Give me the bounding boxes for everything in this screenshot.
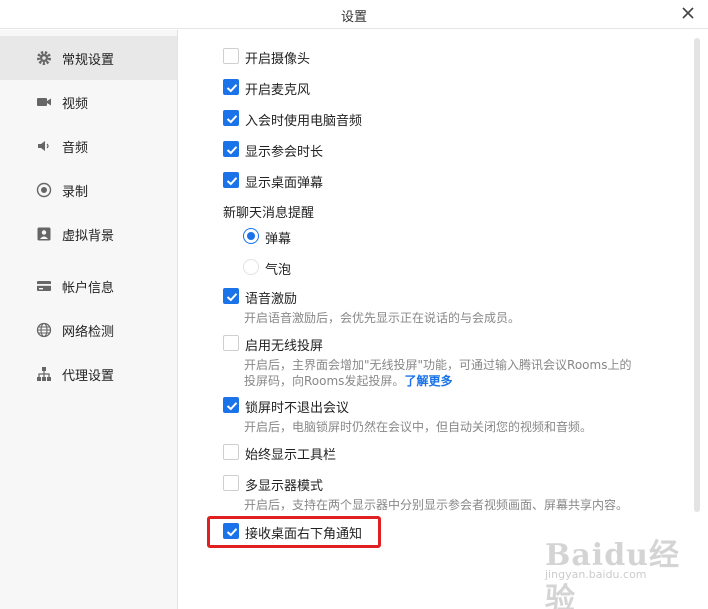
- chat-notify-heading: 新聊天消息提醒: [223, 206, 315, 221]
- sidebar-item-label: 帐户信息: [62, 281, 115, 296]
- sidebar-item-record[interactable]: 录制: [0, 168, 177, 212]
- portrait-icon: [36, 226, 52, 242]
- desktop-danmaku-checkbox[interactable]: [223, 172, 239, 188]
- wireless-cast-description: 开启后，主界面会增加"无线投屏"功能，可通过输入腾讯会议Rooms上的投屏码，向…: [244, 357, 634, 389]
- card-icon: [36, 278, 52, 294]
- lock-screen-label: 锁屏时不退出会议: [245, 401, 350, 416]
- pc-audio-checkbox[interactable]: [223, 110, 239, 126]
- toolbar-label: 始终显示工具栏: [245, 448, 337, 463]
- checkmark-icon: [226, 84, 238, 93]
- sidebar-item-virtual-background[interactable]: 虚拟背景: [0, 212, 177, 256]
- network-tree-icon: [36, 366, 52, 382]
- sidebar-item-label: 视频: [62, 97, 89, 112]
- sidebar-item-label: 虚拟背景: [62, 229, 115, 244]
- lock-screen-description: 开启后，电脑锁屏时仍然在会议中，但自动关闭您的视频和音频。: [244, 420, 593, 434]
- show-duration-checkbox[interactable]: [223, 141, 239, 157]
- speaker-icon: [36, 138, 52, 154]
- close-icon[interactable]: [678, 3, 698, 23]
- sidebar-item-label: 音频: [62, 141, 89, 156]
- voice-incentive-checkbox[interactable]: [223, 288, 239, 304]
- camera-label: 开启摄像头: [245, 52, 311, 67]
- danmaku-radio[interactable]: [243, 228, 259, 244]
- sidebar-item-label: 网络检测: [62, 325, 115, 340]
- title-bar: 设置: [0, 0, 708, 29]
- multi-display-label: 多显示器模式: [245, 479, 324, 494]
- sidebar-item-label: 代理设置: [62, 369, 115, 384]
- voice-incentive-label: 语音激励: [245, 292, 298, 307]
- settings-content: 开启摄像头 开启麦克风 入会时使用电脑音频 显示参会时长 显示桌面弹幕 新聊天消…: [179, 30, 708, 609]
- checkmark-icon: [226, 402, 238, 411]
- video-camera-icon: [36, 94, 52, 110]
- window-title: 设置: [340, 10, 367, 25]
- wireless-cast-checkbox[interactable]: [223, 335, 239, 351]
- checkmark-icon: [226, 146, 238, 155]
- multi-display-checkbox[interactable]: [223, 475, 239, 491]
- sidebar-item-label: 常规设置: [62, 53, 115, 68]
- gear-icon: [36, 50, 52, 66]
- toolbar-checkbox[interactable]: [223, 444, 239, 460]
- danmaku-radio-label: 弹幕: [265, 232, 292, 247]
- wireless-cast-label: 启用无线投屏: [245, 339, 324, 354]
- sidebar-item-audio[interactable]: 音频: [0, 124, 177, 168]
- watermark: Baidu经验 jingyan.baidu.com: [545, 530, 705, 609]
- globe-icon: [36, 322, 52, 338]
- record-icon: [36, 182, 52, 198]
- highlight-box: [207, 516, 381, 548]
- vertical-scrollbar[interactable]: [694, 38, 700, 512]
- sidebar-item-video[interactable]: 视频: [0, 80, 177, 124]
- sidebar: 常规设置 视频 音频 录制 虚拟背景 帐户信息 网络检测 代理设置: [0, 30, 178, 609]
- mic-label: 开启麦克风: [245, 83, 311, 98]
- mic-checkbox[interactable]: [223, 79, 239, 95]
- voice-incentive-description: 开启语音激励后，会优先显示正在说话的与会成员。: [244, 311, 521, 325]
- learn-more-link[interactable]: 了解更多: [404, 374, 452, 388]
- sidebar-item-general[interactable]: 常规设置: [0, 36, 177, 80]
- lock-screen-checkbox[interactable]: [223, 397, 239, 413]
- checkmark-icon: [226, 177, 238, 186]
- sidebar-item-network-test[interactable]: 网络检测: [0, 308, 177, 352]
- camera-checkbox[interactable]: [223, 48, 239, 64]
- bubble-radio[interactable]: [243, 259, 259, 275]
- desktop-danmaku-label: 显示桌面弹幕: [245, 176, 324, 191]
- multi-display-description: 开启后，支持在两个显示器中分别显示参会者视频画面、屏幕共享内容。: [244, 498, 629, 512]
- sidebar-item-label: 录制: [62, 185, 89, 200]
- checkmark-icon: [226, 293, 238, 302]
- bubble-radio-label: 气泡: [265, 263, 292, 278]
- pc-audio-label: 入会时使用电脑音频: [245, 114, 363, 129]
- watermark-url: jingyan.baidu.com: [545, 568, 647, 581]
- show-duration-label: 显示参会时长: [245, 145, 324, 160]
- checkmark-icon: [226, 115, 238, 124]
- sidebar-item-proxy[interactable]: 代理设置: [0, 352, 177, 396]
- sidebar-item-account[interactable]: 帐户信息: [0, 264, 177, 308]
